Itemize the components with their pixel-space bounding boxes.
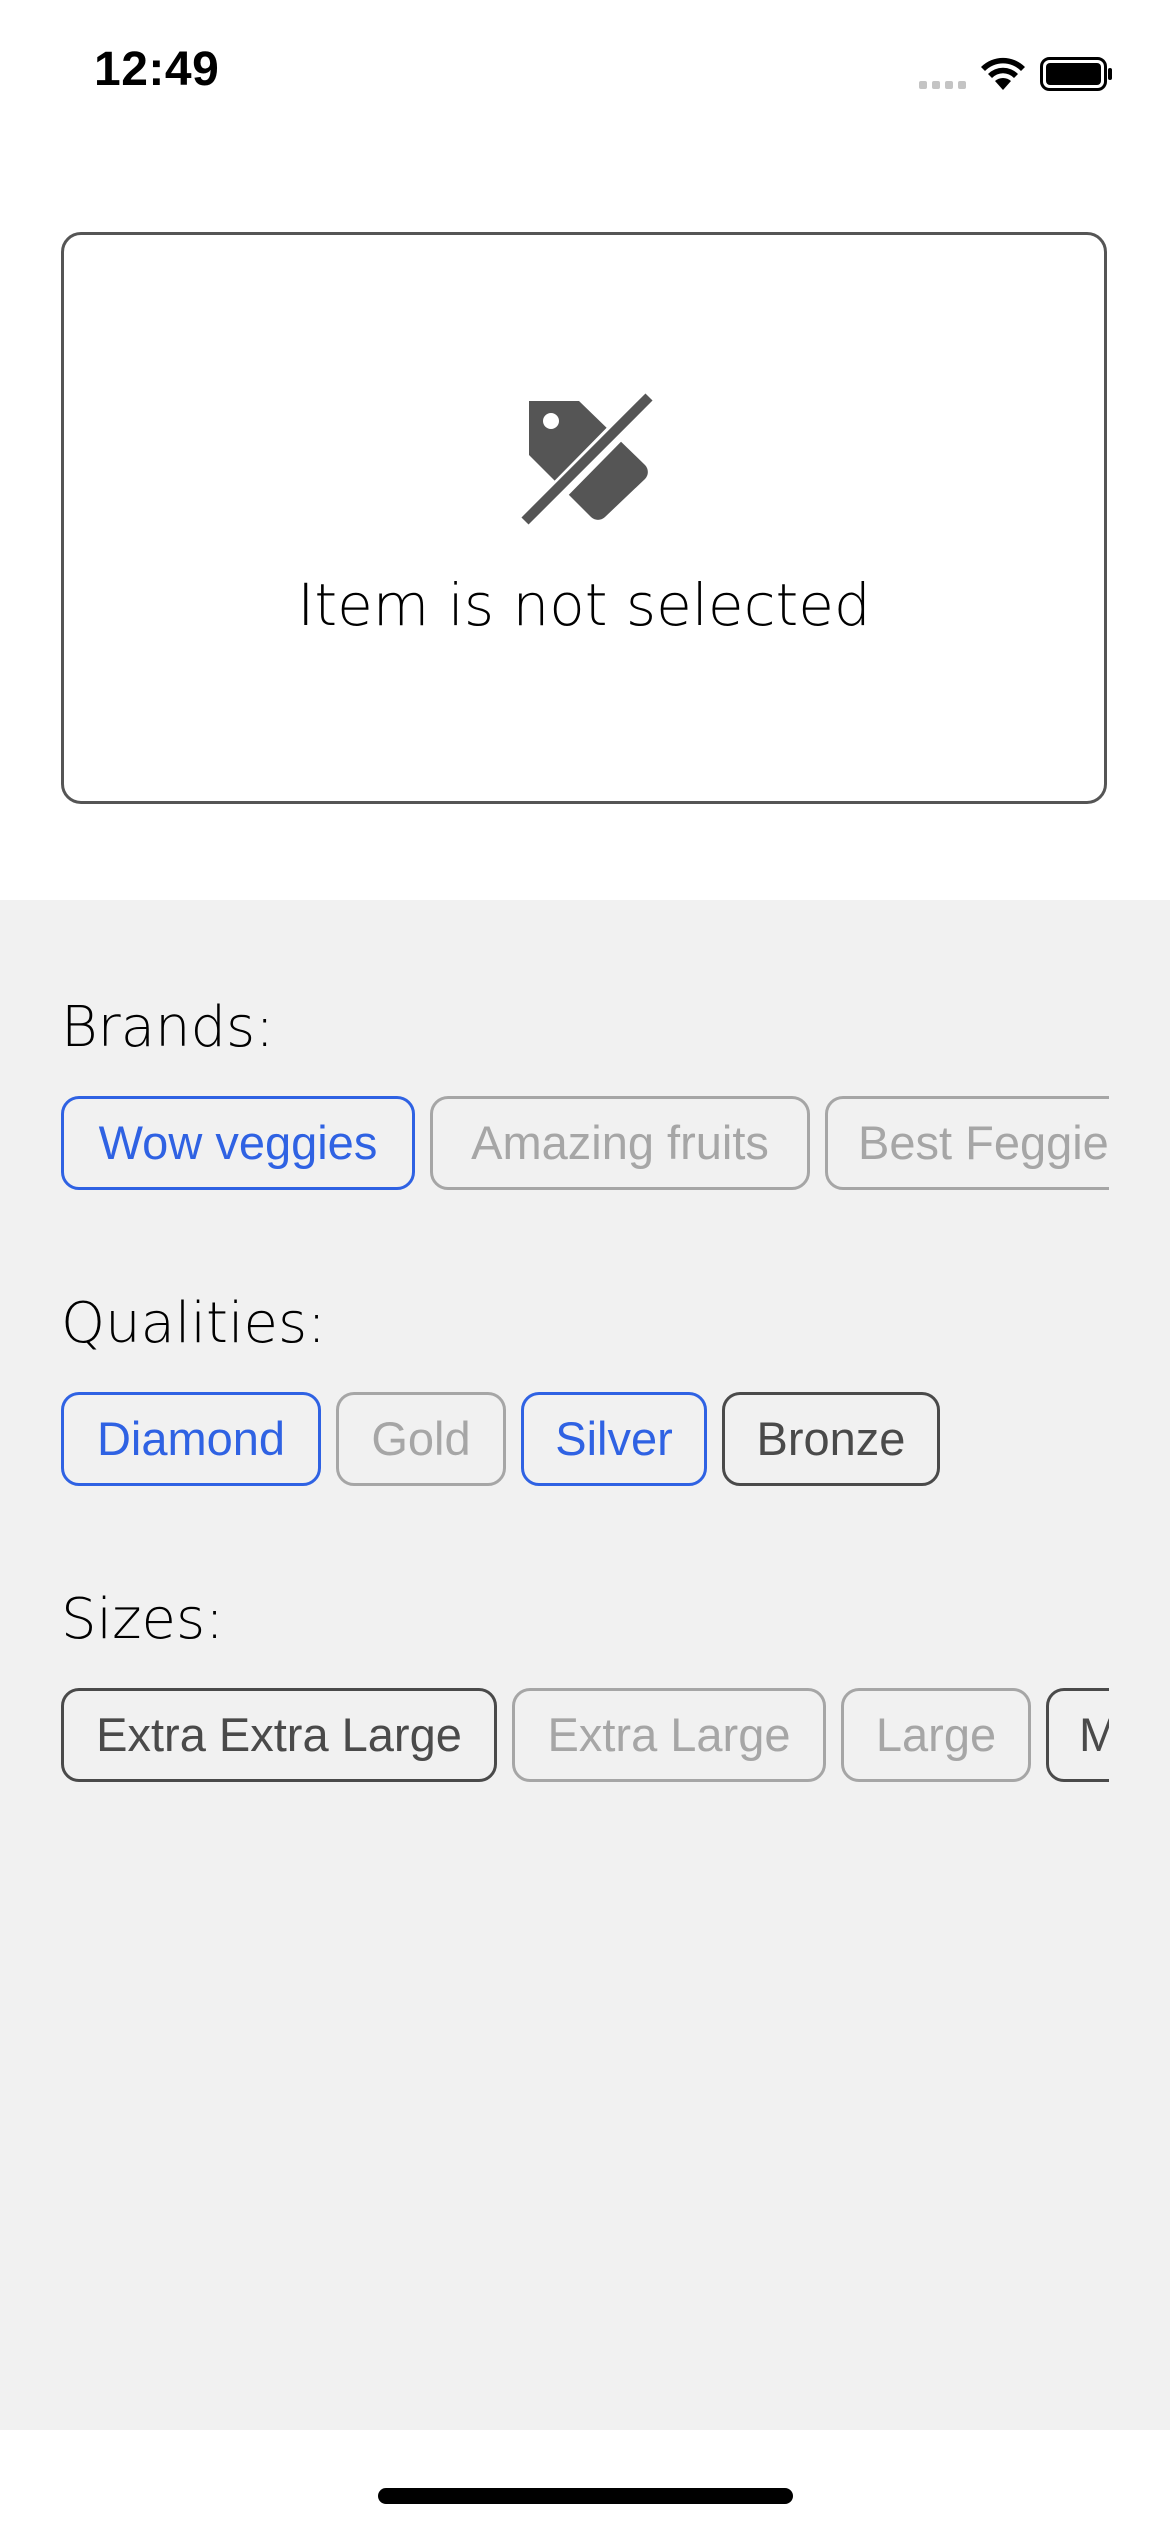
chip-large[interactable]: Large	[841, 1688, 1031, 1782]
brands-filter: Brands: Wow veggies Amazing fruits Best …	[61, 995, 1109, 1190]
status-time: 12:49	[94, 43, 220, 96]
filters-panel: Brands: Wow veggies Amazing fruits Best …	[0, 900, 1170, 2430]
selection-card: Item is not selected	[61, 232, 1107, 804]
qualities-chip-row[interactable]: Diamond Gold Silver Bronze	[61, 1392, 1109, 1486]
sizes-filter: Sizes: Extra Extra Large Extra Large Lar…	[61, 1587, 1109, 1782]
status-bar: 12:49	[0, 0, 1170, 140]
chip-extra-large[interactable]: Extra Large	[512, 1688, 826, 1782]
sizes-chip-row[interactable]: Extra Extra Large Extra Large Large Medi…	[61, 1688, 1109, 1782]
qualities-title: Qualities:	[61, 1291, 327, 1356]
qualities-filter: Qualities: Diamond Gold Silver Bronze	[61, 1291, 1109, 1486]
chip-silver[interactable]: Silver	[521, 1392, 707, 1486]
chip-best-feggies[interactable]: Best Feggies	[825, 1096, 1109, 1190]
cellular-signal-icon	[919, 59, 966, 89]
home-indicator[interactable]	[378, 2488, 793, 2504]
chip-bronze[interactable]: Bronze	[722, 1392, 940, 1486]
no-selection-message: Item is not selected	[297, 571, 871, 639]
battery-icon	[1040, 57, 1112, 91]
tag-slash-icon	[521, 393, 655, 529]
chip-diamond[interactable]: Diamond	[61, 1392, 321, 1486]
chip-wow-veggies[interactable]: Wow veggies	[61, 1096, 415, 1190]
status-icons	[919, 52, 1114, 96]
home-indicator-area	[0, 2430, 1170, 2532]
chip-medium[interactable]: Medium	[1046, 1688, 1109, 1782]
chip-extra-extra-large[interactable]: Extra Extra Large	[61, 1688, 497, 1782]
chip-amazing-fruits[interactable]: Amazing fruits	[430, 1096, 810, 1190]
selection-section: Item is not selected	[0, 140, 1170, 900]
chip-gold[interactable]: Gold	[336, 1392, 506, 1486]
brands-chip-row[interactable]: Wow veggies Amazing fruits Best Feggies	[61, 1096, 1109, 1190]
brands-title: Brands:	[61, 995, 275, 1060]
sizes-title: Sizes:	[61, 1587, 224, 1652]
wifi-icon	[981, 57, 1025, 90]
